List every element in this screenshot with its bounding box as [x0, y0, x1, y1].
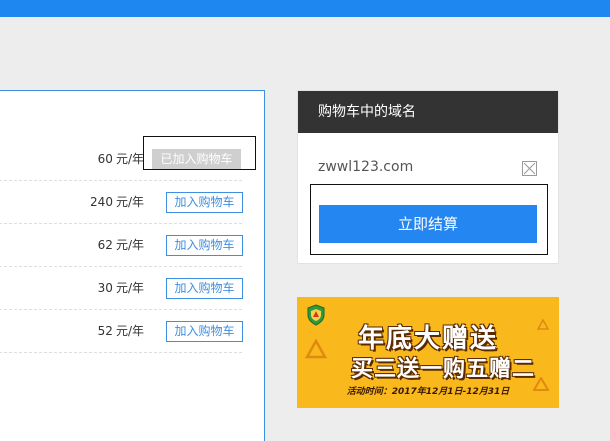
add-to-cart-button[interactable]: 加入购物车 [166, 235, 243, 256]
cart-title: 购物车中的域名 [298, 91, 558, 133]
table-row: 52 元/年 加入购物车 [0, 310, 243, 353]
domain-results-panel: 60 元/年 已加入购物车 240 元/年 加入购物车 62 元/年 加入购物车 30… [0, 90, 265, 441]
domain-price: 240 元/年 [90, 195, 144, 209]
domain-price: 60 元/年 [97, 152, 144, 166]
banner-subheadline: 买三送一购五赠二 [350, 357, 535, 382]
table-row: 240 元/年 加入购物车 [0, 181, 243, 224]
checkout-button[interactable]: 立即结算 [319, 205, 537, 243]
table-row: 60 元/年 已加入购物车 [0, 138, 242, 181]
domain-price: 52 元/年 [97, 324, 144, 338]
banner-headline: 年底大赠送 [357, 324, 498, 354]
cart-domain-name: zwwl123.com [318, 159, 414, 175]
shopping-cart-panel: 购物车中的域名 zwwl123.com 立即结算 [297, 90, 559, 264]
promo-banner[interactable]: 年底大赠送 买三送一购五赠二 活动时间：2017年12月1日-12月31日 [297, 297, 559, 408]
add-to-cart-button[interactable]: 加入购物车 [166, 321, 243, 342]
add-to-cart-button[interactable]: 加入购物车 [166, 278, 243, 299]
domain-price: 30 元/年 [97, 281, 144, 295]
table-row: 30 元/年 加入购物车 [0, 267, 243, 310]
table-row: 62 元/年 加入购物车 [0, 224, 243, 267]
banner-date: 活动时间：2017年12月1日-12月31日 [346, 387, 510, 397]
added-to-cart-button[interactable]: 已加入购物车 [152, 149, 241, 170]
close-icon[interactable] [522, 161, 537, 176]
domain-price: 62 元/年 [97, 238, 144, 252]
add-to-cart-button[interactable]: 加入购物车 [166, 192, 243, 213]
top-nav-bar [0, 0, 610, 17]
